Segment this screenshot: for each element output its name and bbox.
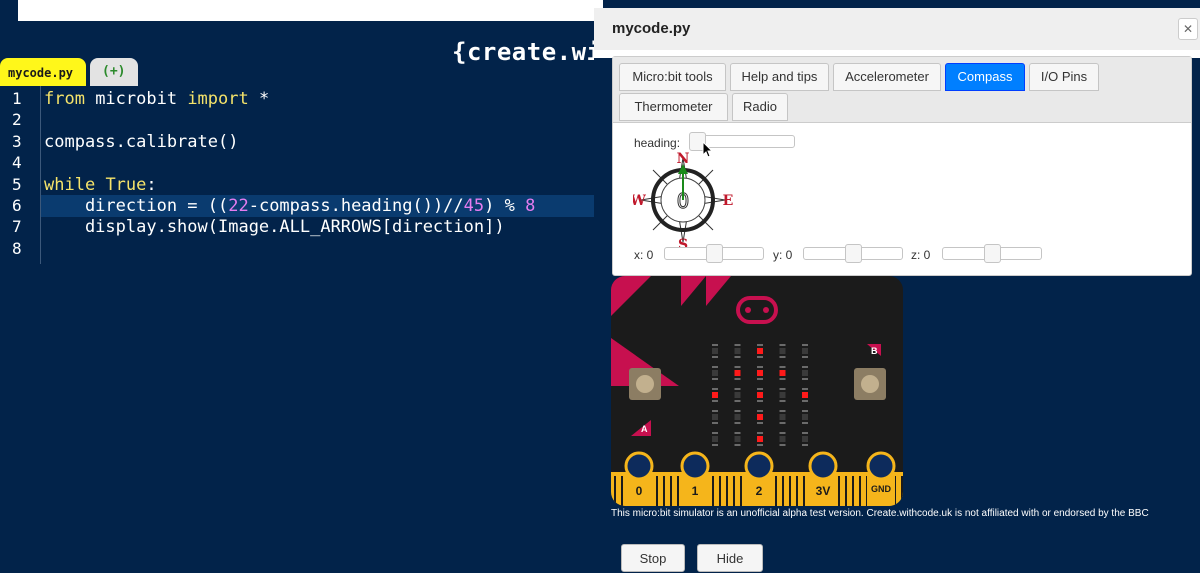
add-file-tab[interactable]: (+)	[90, 58, 138, 86]
code-token: -compass.heading())//	[248, 196, 464, 216]
code-token: 22	[228, 196, 249, 216]
led	[779, 344, 786, 358]
led	[712, 366, 718, 380]
code-line[interactable]: display.show(Image.ALL_ARROWS[direction]…	[44, 217, 505, 237]
led	[712, 410, 718, 424]
compass-w: W	[633, 193, 646, 209]
stop-button[interactable]: Stop	[621, 544, 685, 572]
heading-label: heading:	[634, 136, 681, 150]
led	[779, 388, 786, 402]
led	[779, 432, 786, 446]
code-token: ) %	[484, 196, 526, 216]
led	[734, 366, 741, 380]
code-token: from	[44, 89, 85, 109]
simulator-dialog: mycode.py ✕ Micro:bit tools Help and tips…	[594, 8, 1200, 572]
tab-help-and-tips[interactable]: Help and tips	[730, 63, 829, 91]
code-token: display.show(Image.ALL_ARROWS[direction]…	[44, 217, 505, 238]
led	[712, 344, 718, 358]
editor-tab-strip: mycode.py (+)	[0, 58, 600, 86]
line-number: 7	[12, 217, 22, 237]
tab-accelerometer[interactable]: Accelerometer	[833, 63, 941, 91]
pin-1-label[interactable]: 1	[681, 484, 709, 498]
line-number: 5	[12, 174, 22, 194]
z-slider[interactable]	[942, 244, 1042, 263]
tab-thermometer[interactable]: Thermometer	[619, 93, 728, 121]
led	[734, 410, 741, 424]
led	[802, 432, 808, 446]
code-token: :	[146, 174, 157, 195]
button-b[interactable]	[854, 368, 886, 400]
compass-rose-icon: N E S W 0	[633, 151, 733, 250]
url-strip	[18, 0, 603, 21]
x-label: x: 0	[634, 248, 654, 262]
microbit-board: A B 0 1 2 3V GND	[611, 276, 903, 506]
code-token: import	[187, 89, 249, 109]
hide-button[interactable]: Hide	[697, 544, 763, 572]
button-a-label: A	[641, 424, 648, 434]
dialog-title: mycode.py	[612, 20, 691, 37]
code-line[interactable]: while True:	[44, 175, 157, 195]
button-b-label: B	[871, 346, 878, 356]
tools-panel: Micro:bit tools Help and tips Acceleromete…	[612, 56, 1192, 276]
simulator-disclaimer: This micro:bit simulator is an unofficia…	[611, 508, 1149, 519]
code-line[interactable]: from microbit import *	[44, 89, 269, 109]
led	[734, 344, 741, 358]
led	[779, 366, 786, 380]
code-token: *	[248, 89, 270, 109]
led	[802, 344, 808, 358]
compass-e: E	[723, 193, 733, 209]
code-token: 45	[463, 196, 485, 216]
led	[802, 388, 808, 402]
code-token: microbit	[84, 89, 188, 109]
line-number-gutter: 1 2345 6 78	[0, 86, 41, 264]
code-token: True	[105, 174, 147, 195]
y-slider-handle[interactable]	[845, 244, 862, 263]
code-token: while	[44, 174, 96, 195]
x-slider[interactable]	[664, 244, 764, 263]
led	[734, 388, 741, 402]
close-button[interactable]: ✕	[1178, 18, 1198, 40]
led	[757, 366, 763, 380]
led	[712, 388, 718, 402]
line-number: 4	[12, 153, 22, 173]
led	[802, 410, 808, 424]
led	[802, 366, 808, 380]
x-slider-handle[interactable]	[706, 244, 723, 263]
z-label: z: 0	[911, 248, 931, 262]
pin-gnd-label[interactable]: GND	[867, 484, 895, 494]
y-label: y: 0	[773, 248, 793, 262]
tab-radio[interactable]: Radio	[732, 93, 788, 121]
code-token: 8	[525, 196, 536, 216]
line-number: 2	[12, 110, 22, 130]
tab-mycode-py[interactable]: mycode.py	[0, 58, 86, 86]
code-line[interactable]: compass.calibrate()	[44, 132, 238, 152]
tab-compass[interactable]: Compass	[945, 63, 1025, 91]
line-number: 3	[12, 131, 22, 151]
line-number: 1	[12, 89, 22, 108]
tab-micro-bit-tools[interactable]: Micro:bit tools	[619, 63, 726, 91]
led	[779, 410, 786, 424]
line-number: 8	[12, 238, 22, 258]
button-a[interactable]	[629, 368, 661, 400]
led	[757, 344, 763, 358]
code-line[interactable]: direction = ((22-compass.heading())//45)…	[44, 196, 535, 216]
led	[734, 432, 741, 446]
line-number: 6	[12, 196, 22, 215]
y-slider[interactable]	[803, 244, 903, 263]
led	[757, 410, 763, 424]
tab-i-o-pins[interactable]: I/O Pins	[1029, 63, 1099, 91]
code-token: direction = ((	[44, 196, 229, 216]
code-editor[interactable]: 12345678 from microbit import * compass.c…	[0, 86, 600, 558]
led	[757, 388, 763, 402]
pin-2-label[interactable]: 2	[745, 484, 773, 498]
led	[757, 432, 763, 446]
pin-0-label[interactable]: 0	[625, 484, 653, 498]
dialog-header: mycode.py ✕	[594, 8, 1200, 50]
code-token: compass.calibrate()	[44, 131, 239, 152]
pin-3v-label[interactable]: 3V	[809, 484, 837, 498]
z-slider-handle[interactable]	[984, 244, 1001, 263]
tools-tab-bar: Micro:bit tools Help and tips Acceleromete…	[613, 57, 1191, 123]
led	[712, 432, 718, 446]
